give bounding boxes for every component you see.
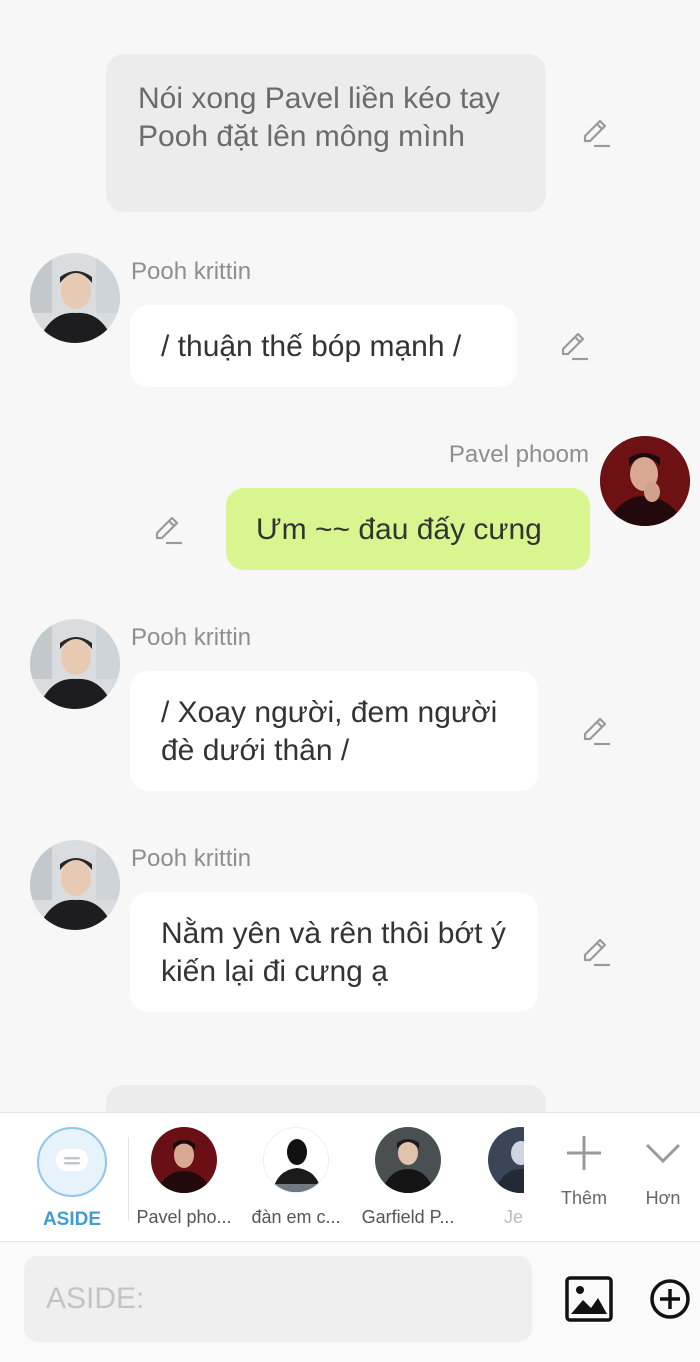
message-bubble[interactable]: / thuận thế bóp mạnh / xyxy=(130,305,517,387)
character-name: ASIDE xyxy=(42,1209,102,1230)
message-bubble[interactable]: Nằm yên và rên thôi bớt ý kiến lại đi cư… xyxy=(130,892,538,1012)
add-label: Thêm xyxy=(560,1188,607,1208)
avatar xyxy=(151,1127,217,1193)
character-name: Je xyxy=(504,1207,524,1227)
edit-icon[interactable] xyxy=(580,936,612,968)
message-text: / Xoay người, đem người đè dưới thân / xyxy=(161,696,498,767)
circle-plus-icon[interactable] xyxy=(649,1278,691,1320)
sender-name: Pooh krittin xyxy=(131,845,252,872)
avatar[interactable] xyxy=(30,253,120,343)
avatar[interactable] xyxy=(600,436,690,526)
image-icon[interactable] xyxy=(565,1276,613,1322)
character-tab[interactable]: đàn em c... xyxy=(240,1127,352,1228)
character-tab[interactable]: Pavel pho... xyxy=(128,1127,240,1228)
character-bar: ASIDE Pavel pho... đàn em c... Garfield … xyxy=(0,1112,700,1242)
sender-name: Pavel phoom xyxy=(448,441,589,468)
avatar xyxy=(488,1127,524,1193)
chat-screen: Nói xong Pavel liền kéo tay Pooh đặt lên… xyxy=(0,0,700,1362)
edit-icon[interactable] xyxy=(152,514,184,546)
character-tab-partial[interactable]: Je xyxy=(464,1127,524,1228)
avatar[interactable] xyxy=(30,619,120,709)
chevron-down-icon xyxy=(645,1143,681,1164)
chat-bubble-icon xyxy=(37,1127,107,1197)
message-text: / thuận thế bóp mạnh / xyxy=(161,330,462,363)
avatar[interactable] xyxy=(30,840,120,930)
more-button[interactable]: Hơn xyxy=(633,1133,693,1209)
more-label: Hơn xyxy=(645,1188,681,1208)
edit-icon[interactable] xyxy=(580,715,612,747)
character-tab-aside[interactable]: ASIDE xyxy=(16,1127,128,1231)
edit-icon[interactable] xyxy=(558,330,590,362)
aside-message-bubble[interactable]: Nói xong Pavel liền kéo tay Pooh đặt lên… xyxy=(106,54,546,212)
sender-name: Pooh krittin xyxy=(131,624,252,651)
character-tab[interactable]: Garfield P... xyxy=(352,1127,464,1228)
message-bubble-own[interactable]: Ưm ~~ đau đấy cưng xyxy=(226,488,590,570)
edit-icon[interactable] xyxy=(580,117,612,149)
sender-name: Pooh krittin xyxy=(131,258,252,285)
message-input[interactable] xyxy=(24,1256,532,1342)
composer xyxy=(0,1243,700,1362)
add-character-button[interactable]: Thêm xyxy=(554,1133,614,1209)
message-text: Nằm yên và rên thôi bớt ý kiến lại đi cư… xyxy=(161,917,506,988)
character-name: Pavel pho... xyxy=(136,1207,232,1227)
silhouette-avatar xyxy=(263,1127,329,1193)
avatar xyxy=(375,1127,441,1193)
message-text: Ưm ~~ đau đấy cưng xyxy=(256,513,542,546)
character-name: Garfield P... xyxy=(361,1207,455,1227)
message-bubble[interactable]: / Xoay người, đem người đè dưới thân / xyxy=(130,671,538,791)
plus-icon xyxy=(567,1136,601,1170)
aside-message-text: Nói xong Pavel liền kéo tay Pooh đặt lên… xyxy=(138,82,500,153)
character-name: đàn em c... xyxy=(251,1207,341,1227)
